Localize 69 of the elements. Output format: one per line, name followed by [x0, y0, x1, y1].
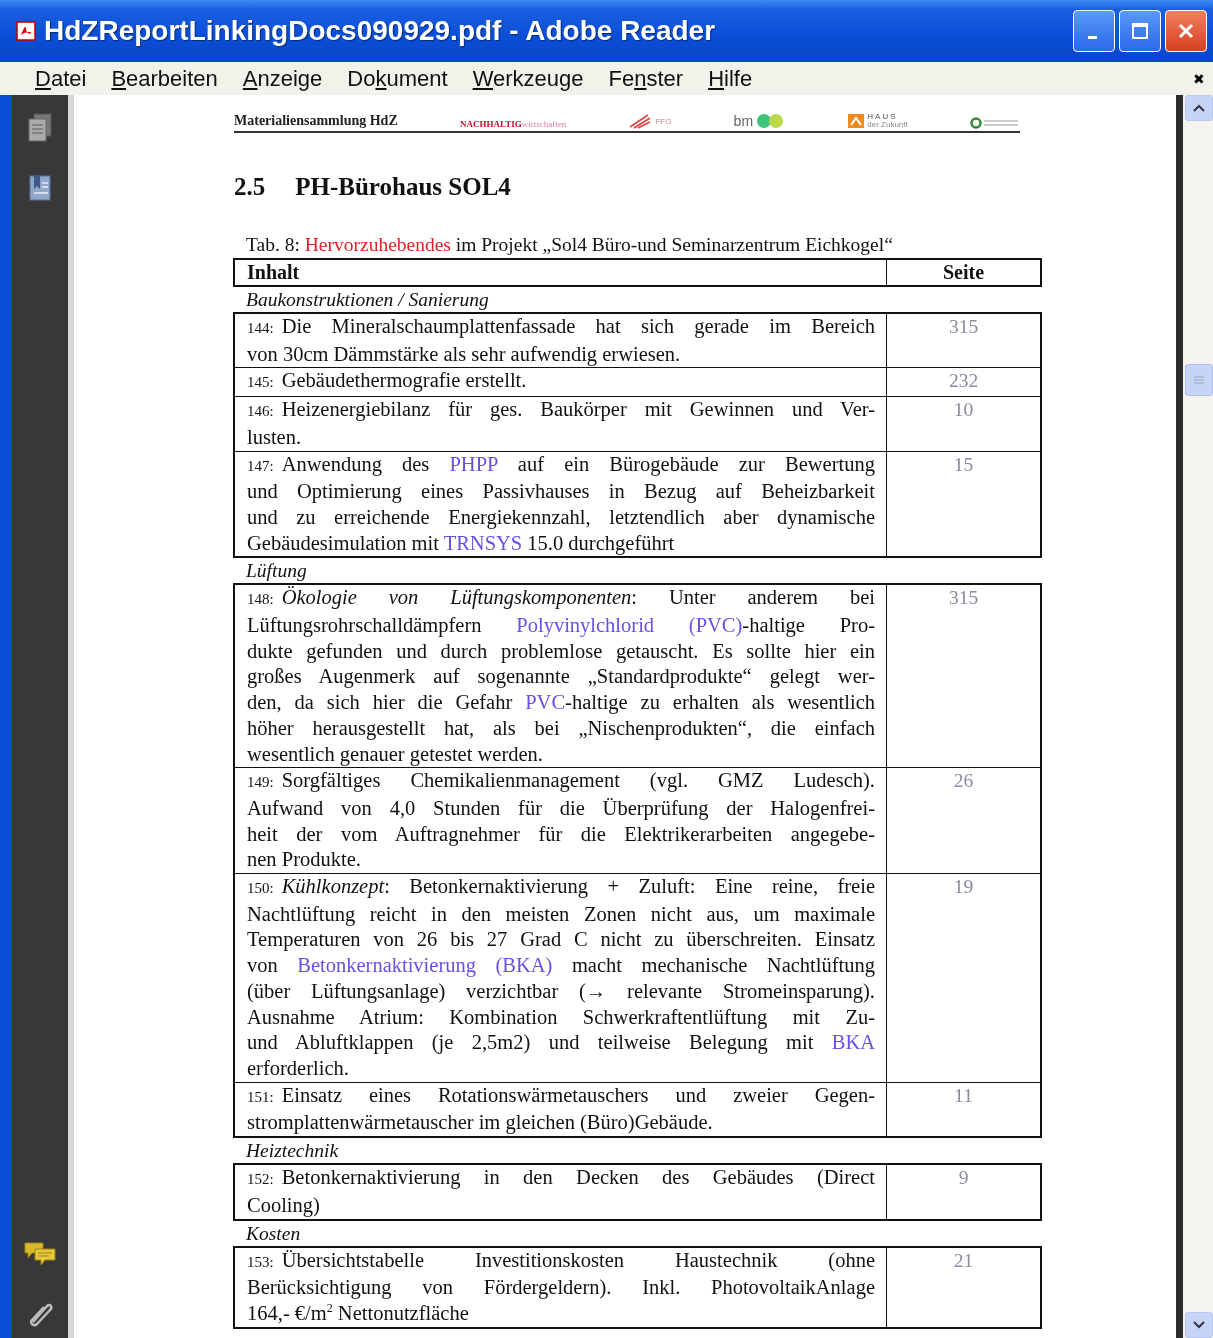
- scrollbar[interactable]: [1183, 95, 1213, 1338]
- table-cell-text: 11: [953, 1083, 974, 1108]
- logo-text: FFG: [655, 116, 672, 126]
- scroll-thumb[interactable]: [1185, 364, 1213, 396]
- table-cell-text: 315: [947, 315, 980, 339]
- section-label: Lüftung: [245, 559, 308, 584]
- maximize-button[interactable]: [1119, 10, 1161, 52]
- table-cell: 152: Betonkernaktivierung in den Decken des Gebäudes (Direct Cooling): [235, 1165, 887, 1219]
- menu-item[interactable]: Datei: [35, 65, 87, 92]
- grip-icon: [1194, 376, 1204, 384]
- minimize-button[interactable]: [1073, 10, 1115, 52]
- maximize-icon: [1130, 21, 1150, 41]
- menu-item[interactable]: Anzeige: [242, 65, 323, 92]
- link[interactable]: Betonkernaktivierung (BKA): [297, 954, 553, 977]
- page-header-title: Materialiensammlung HdZ: [234, 113, 398, 129]
- link[interactable]: PVC: [525, 691, 566, 714]
- caret-down-icon: [1193, 1321, 1205, 1329]
- pages-icon[interactable]: [27, 113, 53, 143]
- table-cell-text: 26: [952, 769, 975, 794]
- table-cell: 144: Die Mineralschaumplattenfassade hat sich gerade im Bereich von 30cm Dämmstärke als sehr aufwendig erwiesen.: [235, 314, 887, 368]
- table-cell-text: 15: [952, 452, 975, 477]
- minimize-icon: [1087, 35, 1097, 39]
- table-cell-text: 19: [952, 875, 975, 900]
- close-document-button[interactable]: ✖: [1193, 70, 1205, 87]
- logo-text: bm: [733, 113, 754, 129]
- link[interactable]: BKA: [831, 1031, 875, 1054]
- menu-item[interactable]: Dokument: [347, 65, 448, 92]
- table-cell: 148: Ökologie von Lüftungskomponenten: Unter anderem bei Lüftungsrohrschalldämpfern Polyvinylchlorid (PVC)-haltige Pro- dukte gefunden und durch problemlose getauscht. Es sollte hier ein großes Augenmerk auf sogenannte „Standardprodukte“ gelegt wer- den, da sich hier die Gefahr PVC-haltige zu erhalten als wesentlich höher herausgestellt hat, als bei „Nischenprodukten“, die einfach wesentlich genauer getestet werden.: [235, 585, 887, 768]
- caret-up-icon: [1193, 104, 1205, 112]
- section-number: 2.5: [234, 173, 266, 202]
- menu-item[interactable]: Bearbeiten: [111, 65, 218, 92]
- table-caption: Tab. 8: Hervorzuhebendes im Projekt „Sol4 Büro-und Seminarzentrum Eichkogel“: [246, 234, 894, 256]
- close-icon: [1176, 21, 1196, 41]
- section-label: Kosten: [245, 1221, 302, 1246]
- link[interactable]: TRNSYS: [443, 531, 523, 554]
- house-logo-icon: [848, 114, 865, 128]
- bookmarks-icon[interactable]: [27, 173, 53, 203]
- link[interactable]: Polyvinylchlorid (PVC): [516, 614, 743, 637]
- ffg-logo-icon: [628, 113, 653, 129]
- menu-item[interactable]: Hilfe: [708, 65, 753, 92]
- table-cell-text: 232: [947, 369, 980, 394]
- table-cell: 146: Heizenergiebilanz für ges. Baukörper mit Gewinnen und Ver- lusten.: [235, 397, 887, 451]
- logo-text: HAUS: [867, 113, 899, 121]
- column-header: Inhalt: [235, 260, 887, 285]
- table-cell-text: 315: [947, 586, 980, 611]
- close-button[interactable]: [1165, 10, 1207, 52]
- window-title: HdZReportLinkingDocs090929.pdf - Adobe Reader: [44, 15, 717, 47]
- table-cell: 150: Kühlkonzept: Betonkernaktivierung + Zuluft: Eine reine, freie Nachtlüftung reicht in den meisten Zonen nicht aus, um maximale Temperaturen von 26 bis 27 Grad C nicht zu überschreiten. Einsatz von Betonkernaktivierung (BKA) macht mechanische Nachtlüftung (über Lüftungsanlage) verzichtbar (→ relevante Stromeinsparung). Ausnahme Atrium: Kombination Schwerkraftentlüftung mit Zu- und Abluftklappen (je 2,5m2) und teilweise Belegung mit BKA erforderlich.: [235, 874, 887, 1082]
- table-cell: 149: Sorgfältiges Chemikalienmanagement (vgl. GMZ Ludesch). Aufwand von 4,0 Stunden für die Überprüfung der Halogenfrei- heit der vom Auftragnehmer für die Elektrikerarbeiten angegebe- nen Produkte.: [235, 768, 887, 874]
- scroll-down-button[interactable]: [1185, 1312, 1213, 1338]
- section-label: Baukonstruktionen / Sanierung: [245, 288, 490, 312]
- menu-item[interactable]: Fenster: [608, 65, 684, 92]
- table-cell-text: 9: [957, 1166, 970, 1191]
- menu-item[interactable]: Werkzeuge: [472, 65, 584, 92]
- section-label: Heiztechnik: [245, 1139, 340, 1164]
- table-cell-text: 21: [952, 1248, 975, 1273]
- section-heading: PH-Bürohaus SOL4: [295, 173, 511, 202]
- table-cell-text: 10: [952, 398, 975, 423]
- scroll-up-button[interactable]: [1185, 95, 1213, 121]
- table-cell: 151: Einsatz eines Rotationswärmetauschers und zweier Gegen- stromplattenwärmetauscher im gleichen (Büro)Gebäude.: [235, 1082, 887, 1137]
- table-cell: 145: Gebäudethermografie erstellt.: [235, 368, 887, 397]
- link[interactable]: PHPP: [449, 452, 498, 475]
- column-header: Seite: [941, 260, 986, 285]
- comments-icon[interactable]: [23, 1240, 57, 1268]
- logo-text: der Zukunft: [867, 121, 908, 129]
- table-cell: 153: Übersichtstabelle Investitionskosten Haustechnik (ohne Berücksichtigung von Fördergeldern). Inkl. PhotovoltaikAnlage 164,- €/m$^{2}$ Nettonutzfläche: [235, 1247, 887, 1327]
- pdf-icon: [16, 21, 36, 41]
- table-cell: 147: Anwendung des PHPP auf ein Bürogebäude zur Bewertung und Optimierung eines Passivhauses in Bezug auf Beheizbarkeit und zu erreichende Energiekennzahl, letztendlich aber dynamische Gebäudesimulation mit TRNSYS 15.0 durchgeführt: [235, 451, 887, 557]
- logo-text: NACHHALTIGwirtschaften: [459, 119, 567, 129]
